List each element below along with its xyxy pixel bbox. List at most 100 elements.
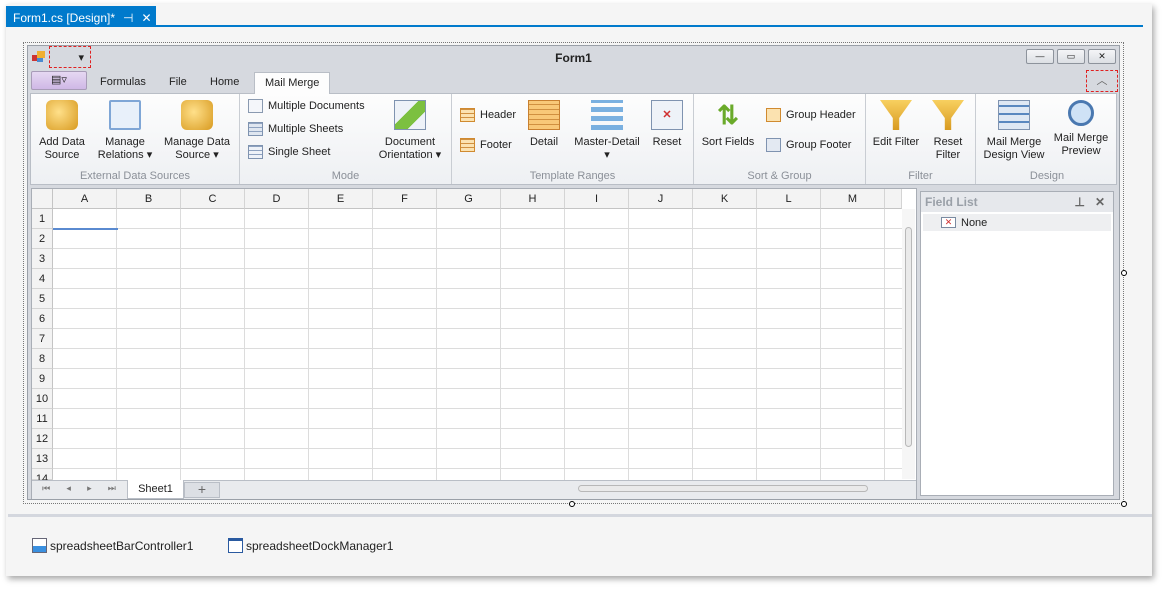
tray-separator <box>8 514 1152 517</box>
row-header[interactable]: 4 <box>32 269 53 289</box>
row-header[interactable]: 7 <box>32 329 53 349</box>
reset-filter-button[interactable]: Reset Filter <box>926 100 970 162</box>
tab-file[interactable]: File <box>159 72 197 93</box>
orientation-icon <box>394 100 426 130</box>
mail-merge-design-view-button[interactable]: Mail Merge Design View <box>980 100 1048 162</box>
row-header[interactable]: 10 <box>32 389 53 409</box>
vertical-scrollbar[interactable] <box>902 209 915 479</box>
tray-component[interactable]: spreadsheetDockManager1 <box>228 538 393 553</box>
add-sheet-button[interactable]: + <box>184 482 220 498</box>
document-tab[interactable]: Form1.cs [Design]* ⊣ ✕ <box>6 6 156 26</box>
collapse-ribbon-button[interactable]: ︿ <box>1086 70 1118 92</box>
column-header[interactable]: H <box>501 189 565 209</box>
group-footer-icon <box>766 138 781 152</box>
footer-button[interactable]: Footer <box>460 138 512 152</box>
label: Preview <box>1061 145 1101 157</box>
row-header[interactable]: 5 <box>32 289 53 309</box>
row-header[interactable]: 1 <box>32 209 53 229</box>
resize-handle[interactable] <box>1121 501 1127 507</box>
resize-handle[interactable] <box>1121 270 1127 276</box>
pin-icon[interactable]: ⊥ <box>1075 195 1085 209</box>
gridline <box>53 308 902 309</box>
detail-button[interactable]: Detail <box>526 100 562 149</box>
column-header[interactable]: E <box>309 189 373 209</box>
tray-component[interactable]: spreadsheetBarController1 <box>32 538 193 553</box>
column-header[interactable]: M <box>821 189 885 209</box>
reset-button[interactable]: ✕ Reset <box>648 100 686 149</box>
horizontal-scrollbar[interactable] <box>568 484 888 494</box>
column-header[interactable]: B <box>117 189 181 209</box>
label: Relations ▾ <box>97 149 153 161</box>
magnifier-icon <box>1068 100 1094 126</box>
single-sheet-button[interactable]: Single Sheet <box>248 145 330 159</box>
group-header-button[interactable]: Group Header <box>766 108 856 122</box>
select-all-corner[interactable] <box>32 189 53 209</box>
gridline <box>884 209 885 480</box>
column-header[interactable]: F <box>373 189 437 209</box>
scrollbar-thumb[interactable] <box>905 227 912 447</box>
row-header[interactable]: 13 <box>32 449 53 469</box>
group-footer-button[interactable]: Group Footer <box>766 138 851 152</box>
row-header[interactable]: 12 <box>32 429 53 449</box>
pin-icon[interactable]: ⊣ <box>123 11 133 25</box>
row-header[interactable]: 8 <box>32 349 53 369</box>
first-sheet-button[interactable]: ⏮ <box>42 483 50 494</box>
row-header[interactable]: 9 <box>32 369 53 389</box>
row-header[interactable]: 2 <box>32 229 53 249</box>
gridline <box>756 209 757 480</box>
gridline <box>820 209 821 480</box>
column-header[interactable]: A <box>53 189 117 209</box>
filter-remove-icon <box>932 100 964 130</box>
tab-home[interactable]: Home <box>200 72 249 93</box>
multiple-sheets-button[interactable]: Multiple Sheets <box>248 122 343 136</box>
tab-mail-merge[interactable]: Mail Merge <box>254 72 331 94</box>
gridline <box>180 209 181 480</box>
gridline <box>53 268 902 269</box>
group-label: Design <box>1029 170 1065 182</box>
label: Manage Data <box>163 136 231 148</box>
mail-merge-preview-button[interactable]: Mail Merge Preview <box>1050 100 1112 158</box>
manage-data-source-button[interactable]: Manage Data Source ▾ <box>161 100 233 162</box>
column-header[interactable]: I <box>565 189 629 209</box>
group-label: Template Ranges <box>529 170 616 182</box>
close-icon[interactable]: ✕ <box>141 11 151 25</box>
minimize-button[interactable]: — <box>1026 49 1054 64</box>
group-design: Mail Merge Design View Mail Merge Preview … <box>976 94 1118 184</box>
master-detail-button[interactable]: Master-Detail ▾ <box>572 100 642 162</box>
gridline <box>53 408 902 409</box>
column-header[interactable]: L <box>757 189 821 209</box>
resize-handle[interactable] <box>569 501 575 507</box>
edit-filter-button[interactable]: Edit Filter <box>870 100 922 149</box>
row-header[interactable]: 14 <box>32 469 53 485</box>
last-sheet-button[interactable]: ⏭ <box>108 483 116 494</box>
column-header[interactable]: C <box>181 189 245 209</box>
header-button[interactable]: Header <box>460 108 516 122</box>
active-cell[interactable] <box>53 209 118 230</box>
header-icon <box>460 108 475 122</box>
close-button[interactable]: ✕ <box>1088 49 1116 64</box>
manage-relations-button[interactable]: Manage Relations ▾ <box>97 100 153 162</box>
document-orientation-button[interactable]: Document Orientation ▾ <box>372 100 448 162</box>
scrollbar-thumb[interactable] <box>578 485 868 492</box>
row-header[interactable]: 11 <box>32 409 53 429</box>
sort-fields-button[interactable]: ⇅ Sort Fields <box>700 100 756 149</box>
spreadsheet-grid[interactable]: A B C D E F G H I J K L M 1 2 3 4 5 6 7 8 9 10 11 12 13 14 ⏮ ◂ ▸ ⏭ Sh… <box>31 188 917 499</box>
column-header[interactable]: G <box>437 189 501 209</box>
maximize-button[interactable]: ▭ <box>1057 49 1085 64</box>
label: Add Data <box>39 136 85 148</box>
column-header[interactable]: K <box>693 189 757 209</box>
close-icon[interactable]: ✕ <box>1095 195 1105 209</box>
tab-formulas[interactable]: Formulas <box>90 72 156 93</box>
multiple-documents-button[interactable]: Multiple Documents <box>248 99 365 113</box>
prev-sheet-button[interactable]: ◂ <box>66 483 71 494</box>
row-header[interactable]: 3 <box>32 249 53 269</box>
field-list-item[interactable]: ✕ None <box>923 214 1111 231</box>
bar-controller-icon <box>32 538 47 553</box>
next-sheet-button[interactable]: ▸ <box>87 483 92 494</box>
sheet-tab[interactable]: Sheet1 <box>127 480 184 499</box>
column-header[interactable]: J <box>629 189 693 209</box>
column-header[interactable]: D <box>245 189 309 209</box>
row-header[interactable]: 6 <box>32 309 53 329</box>
add-data-source-button[interactable]: Add Data Source <box>35 100 89 162</box>
application-menu-button[interactable]: ▤▿ <box>31 71 87 90</box>
